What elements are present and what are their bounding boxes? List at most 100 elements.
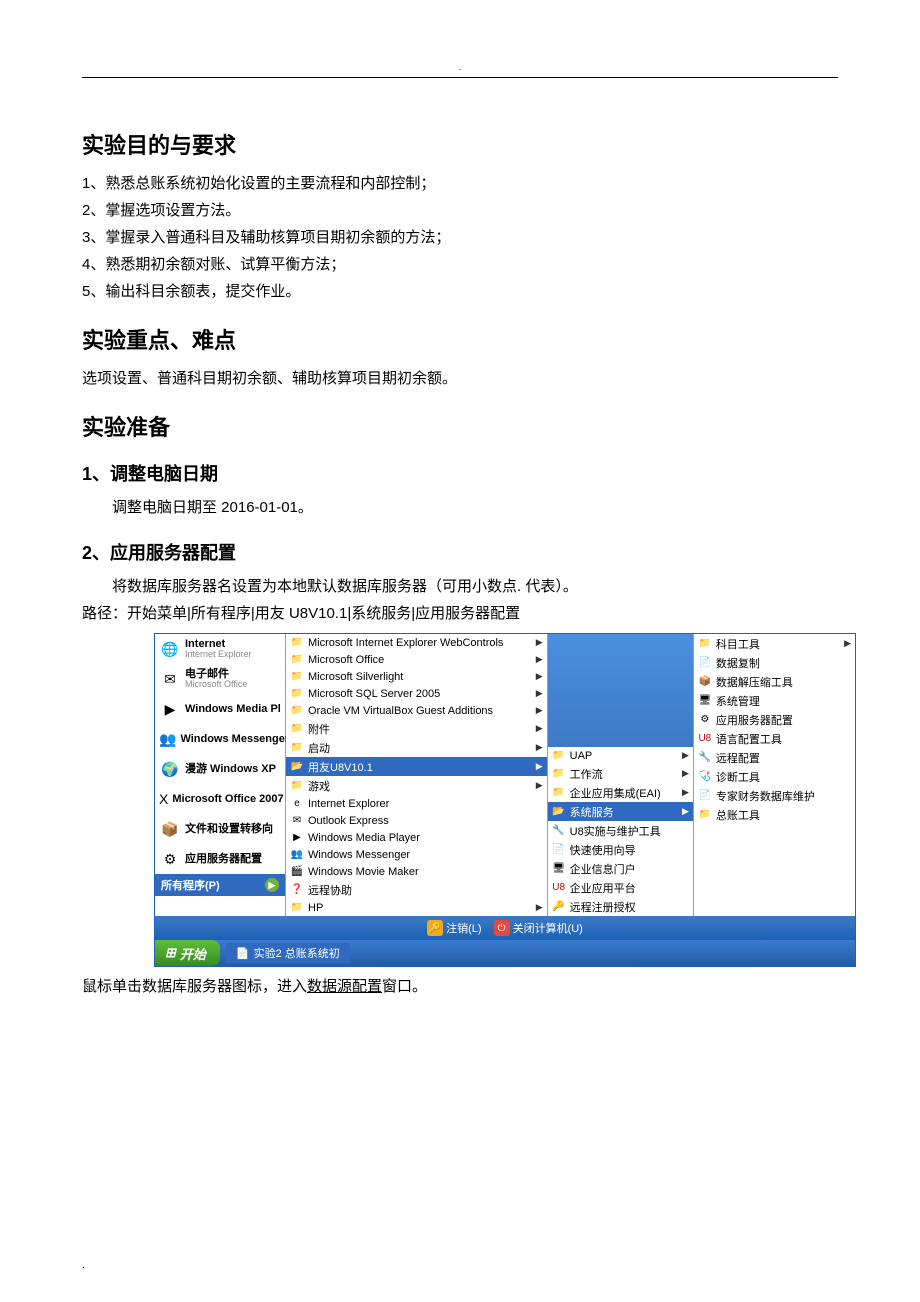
menu-item-icon: 📁 (290, 670, 304, 684)
menu-item-label: 快速使用向导 (570, 842, 636, 858)
menu-item[interactable]: 📁工作流▶ (548, 764, 693, 783)
purpose-item-3: 3、掌握录入普通科目及辅助核算项目期初余额的方法； (82, 224, 838, 251)
menu-item[interactable]: 🖥企业信息门户 (548, 859, 693, 878)
menu-item[interactable]: ⚙应用服务器配置 (694, 710, 855, 729)
heading-focus: 实验重点、难点 (82, 323, 838, 355)
menu-item[interactable]: 🖥系统管理 (694, 691, 855, 710)
menu-item[interactable]: 📁Microsoft Office▶ (286, 651, 547, 668)
document-body: 实验目的与要求 1、熟悉总账系统初始化设置的主要流程和内部控制； 2、掌握选项设… (82, 128, 838, 1000)
menu-item[interactable]: 🔧U8实施与维护工具 (548, 821, 693, 840)
start-button[interactable]: ⊞ 开始 (155, 940, 220, 966)
menu-item[interactable]: 📄专家财务数据库维护 (694, 786, 855, 805)
start-button-label: 开始 (180, 944, 206, 963)
menu-item-icon: ✉ (159, 668, 181, 690)
menu-item-label: U8实施与维护工具 (570, 823, 661, 839)
menu-item[interactable]: 📦文件和设置转移向 (155, 814, 285, 844)
chevron-right-icon: ▶ (536, 723, 543, 734)
menu-item[interactable]: 📁附件▶ (286, 719, 547, 738)
focus-text: 选项设置、普通科目期初余额、辅助核算项目期初余额。 (82, 365, 838, 392)
menu-item[interactable]: 📁Oracle VM VirtualBox Guest Additions▶ (286, 702, 547, 719)
logoff-button[interactable]: 🔑 注销(L) (427, 920, 481, 936)
menu-item-label: 诊断工具 (716, 769, 760, 785)
menu-item-icon: 🖥 (552, 862, 566, 876)
menu-item[interactable]: 📁总账工具 (694, 805, 855, 824)
menu-item-label: 数据复制 (716, 655, 760, 671)
menu-item[interactable]: ▶Windows Media Player (286, 829, 547, 846)
menu-item-icon: 📁 (290, 901, 304, 915)
menu-item[interactable]: eInternet Explorer (286, 795, 547, 812)
menu-item-icon: 🔧 (698, 751, 712, 765)
windows-logo-icon: ⊞ (165, 945, 176, 961)
menu-item-icon: 📁 (552, 767, 566, 781)
menu-item-label: 科目工具 (716, 636, 760, 652)
shutdown-label: 关闭计算机(U) (513, 920, 583, 936)
menu-item-icon: ▶ (159, 698, 181, 720)
menu-item-icon: 👥 (290, 848, 304, 862)
menu-item-label: 系统管理 (716, 693, 760, 709)
menu-item[interactable]: ✉ Outlook Express (286, 812, 547, 829)
menu-item[interactable]: 📁启动▶ (286, 738, 547, 757)
menu-item[interactable]: 🌍漫游 Windows XP (155, 754, 285, 784)
chevron-right-icon: ▶ (536, 637, 543, 648)
menu-item[interactable]: ▶ Windows Media Pl (155, 694, 285, 724)
menu-item[interactable]: 🔧 远程配置 (694, 748, 855, 767)
menu-item-icon: ✉ (290, 814, 304, 828)
menu-item[interactable]: 📁Microsoft SQL Server 2005▶ (286, 685, 547, 702)
menu-item[interactable]: ✉电子邮件Microsoft Office (155, 664, 285, 694)
menu-item[interactable]: ❓远程协助 (286, 880, 547, 899)
menu-item[interactable]: ⚙应用服务器配置 (155, 844, 285, 874)
menu-item[interactable]: U8语言配置工具 (694, 729, 855, 748)
menu-item[interactable]: 📁Microsoft Silverlight▶ (286, 668, 547, 685)
heading-server: 2、应用服务器配置 (82, 539, 838, 565)
menu-item[interactable]: 👥 Windows Messenger (286, 846, 547, 863)
menu-item-icon: ▶ (290, 831, 304, 845)
menu-item[interactable]: 📁Microsoft Internet Explorer WebControls… (286, 634, 547, 651)
taskbar-item-label: 实验2 总账系统初 (254, 945, 340, 961)
menu-item[interactable]: 📁UAP▶ (548, 747, 693, 764)
menu-item[interactable]: 📄 快速使用向导 (548, 840, 693, 859)
menu-item-label: 工作流 (570, 766, 603, 782)
menu-item[interactable]: 👥Windows Messenger (155, 724, 285, 754)
menu-item[interactable]: 📁企业应用集成(EAI)▶ (548, 783, 693, 802)
menu-item[interactable]: 📂系统服务▶ (548, 802, 693, 821)
after-image-text: 鼠标单击数据库服务器图标，进入数据源配置窗口。 (82, 973, 838, 1000)
all-programs-menu: 📁Microsoft Internet Explorer WebControls… (286, 634, 548, 916)
menu-item[interactable]: 📦数据解压缩工具 (694, 672, 855, 691)
chevron-right-icon: ▶ (536, 705, 543, 716)
after-image-suffix: 窗口。 (382, 978, 427, 995)
all-programs-button[interactable]: 所有程序(P) ▶ (155, 874, 285, 896)
menu-item[interactable]: 📁科目工具▶ (694, 634, 855, 653)
chevron-right-icon: ▶ (536, 654, 543, 665)
logoff-bar: 🔑 注销(L) ⏻ 关闭计算机(U) (155, 916, 855, 940)
menu-item-label: 企业应用集成(EAI) (570, 785, 661, 801)
chevron-right-icon: ▶ (536, 902, 543, 913)
menu-item[interactable]: 📁HP▶ (286, 899, 547, 916)
menu-item-icon: 📄 (698, 789, 712, 803)
menu-item[interactable]: U8企业应用平台 (548, 878, 693, 897)
menu-item-label: Windows Messenger (308, 849, 410, 861)
taskbar-item[interactable]: 📄 实验2 总账系统初 (226, 943, 350, 963)
menu-item-label: Windows Media Pl (185, 703, 281, 715)
menu-item-icon: 📄 (552, 843, 566, 857)
menu-item-icon: 📁 (290, 741, 304, 755)
menu-item-label: Microsoft Silverlight (308, 671, 403, 683)
menu-item[interactable]: XMicrosoft Office 2007 (155, 784, 285, 814)
menu-item[interactable]: 📄数据复制 (694, 653, 855, 672)
menu-item[interactable]: 🩺诊断工具 (694, 767, 855, 786)
menu-item[interactable]: 📂用友U8V10.1▶ (286, 757, 547, 776)
menu-item-icon: 📁 (290, 779, 304, 793)
menu-item[interactable]: 🌐InternetInternet Explorer (155, 634, 285, 664)
menu-item-label: 文件和设置转移向 (185, 823, 273, 835)
data-source-config-link: 数据源配置 (307, 978, 382, 995)
menu-item-icon: ❓ (290, 883, 304, 897)
menu-item-label: Outlook Express (308, 815, 389, 827)
menu-item-label: 数据解压缩工具 (716, 674, 793, 690)
server-text-1: 将数据库服务器名设置为本地默认数据库服务器（可用小数点. 代表）。 (82, 573, 838, 600)
menu-item-label: Internet Explorer (308, 798, 389, 810)
shutdown-button[interactable]: ⏻ 关闭计算机(U) (494, 920, 583, 936)
start-menu-pinned: 🌐InternetInternet Explorer✉电子邮件Microsoft… (155, 634, 286, 916)
menu-item[interactable]: 🎬Windows Movie Maker (286, 863, 547, 880)
menu-item-label: 远程配置 (716, 750, 760, 766)
menu-item[interactable]: 📁游戏▶ (286, 776, 547, 795)
menu-item[interactable]: 🔑远程注册授权 (548, 897, 693, 916)
